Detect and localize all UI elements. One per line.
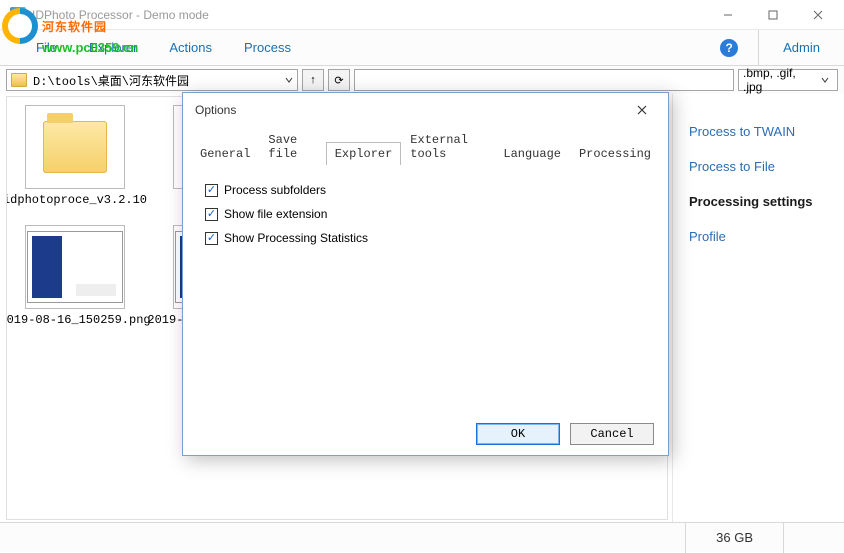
side-profile[interactable]: Profile (681, 219, 836, 254)
file-name: idphotoproce_v3.2.10 (6, 193, 147, 207)
window-buttons (705, 0, 840, 30)
checkbox-icon: ✓ (205, 208, 218, 221)
window-title: IDPhoto Processor - Demo mode (32, 8, 705, 22)
checkbox-process-subfolders[interactable]: ✓ Process subfolders (205, 183, 646, 197)
menubar: File Explorer Actions Process ? Admin (0, 30, 844, 66)
status-empty (783, 523, 844, 553)
folder-icon (11, 73, 27, 87)
refresh-button[interactable]: ⟳ (328, 69, 350, 91)
app-icon (10, 7, 26, 23)
statusbar: 36 GB (0, 522, 844, 552)
path-text: D:\tools\桌面\河东软件园 (31, 72, 281, 89)
tab-external-tools[interactable]: External tools (401, 128, 494, 165)
dialog-body: ✓ Process subfolders ✓ Show file extensi… (183, 165, 668, 413)
folder-icon (43, 121, 107, 173)
toolbar: D:\tools\桌面\河东软件园 ↑ ⟳ .bmp, .gif, .jpg (0, 66, 844, 94)
tab-save-file[interactable]: Save file (259, 128, 325, 165)
filter-input[interactable] (354, 69, 734, 91)
help-icon[interactable]: ? (720, 39, 738, 57)
tab-explorer[interactable]: Explorer (326, 142, 402, 165)
tab-general[interactable]: General (191, 142, 259, 165)
chevron-down-icon (817, 76, 833, 84)
cancel-button[interactable]: Cancel (570, 423, 654, 445)
chevron-down-icon (281, 76, 297, 84)
side-process-twain[interactable]: Process to TWAIN (681, 114, 836, 149)
checkbox-show-extension[interactable]: ✓ Show file extension (205, 207, 646, 221)
checkbox-label: Show Processing Statistics (224, 231, 368, 245)
disk-free-label: 36 GB (685, 523, 783, 553)
side-processing-settings[interactable]: Processing settings (681, 184, 836, 219)
path-dropdown[interactable]: D:\tools\桌面\河东软件园 (6, 69, 298, 91)
menu-actions[interactable]: Actions (153, 30, 228, 66)
list-item[interactable]: 2019-08-16_150259.png (15, 225, 135, 327)
minimize-button[interactable] (705, 0, 750, 30)
checkbox-show-statistics[interactable]: ✓ Show Processing Statistics (205, 231, 646, 245)
menu-process[interactable]: Process (228, 30, 307, 66)
dialog-titlebar[interactable]: Options (183, 93, 668, 127)
ok-button[interactable]: OK (476, 423, 560, 445)
extension-filter-text: .bmp, .gif, .jpg (743, 66, 817, 94)
checkbox-icon: ✓ (205, 184, 218, 197)
list-item[interactable]: idphotoproce_v3.2.10 (15, 105, 135, 207)
options-dialog: Options General Save file Explorer Exter… (182, 92, 669, 456)
checkbox-label: Process subfolders (224, 183, 326, 197)
dialog-title: Options (195, 103, 236, 117)
close-button[interactable] (795, 0, 840, 30)
tab-processing[interactable]: Processing (570, 142, 660, 165)
image-thumb-icon (27, 231, 123, 303)
go-up-button[interactable]: ↑ (302, 69, 324, 91)
dialog-close-button[interactable] (628, 98, 656, 122)
dialog-tabs: General Save file Explorer External tool… (183, 127, 668, 164)
side-panel: Process to TWAIN Process to File Process… (672, 94, 844, 522)
maximize-button[interactable] (750, 0, 795, 30)
extension-filter-dropdown[interactable]: .bmp, .gif, .jpg (738, 69, 838, 91)
menu-file[interactable]: File (20, 30, 73, 66)
menu-admin[interactable]: Admin (758, 30, 844, 66)
checkbox-icon: ✓ (205, 232, 218, 245)
file-name: 2019-08-16_150259.png (6, 313, 151, 327)
checkbox-label: Show file extension (224, 207, 327, 221)
titlebar: IDPhoto Processor - Demo mode (0, 0, 844, 30)
tab-language[interactable]: Language (494, 142, 570, 165)
dialog-buttons: OK Cancel (183, 413, 668, 455)
side-process-file[interactable]: Process to File (681, 149, 836, 184)
menu-explorer[interactable]: Explorer (73, 30, 153, 66)
